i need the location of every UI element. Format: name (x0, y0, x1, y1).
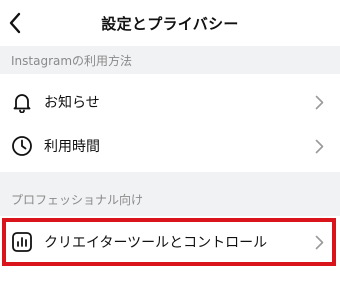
bar-chart-icon (10, 230, 34, 254)
chevron-right-icon (312, 136, 326, 156)
settings-item-notifications[interactable]: お知らせ (0, 80, 340, 124)
page-title: 設定とプライバシー (101, 14, 239, 33)
clock-icon (10, 134, 34, 158)
settings-item-time-spent[interactable]: 利用時間 (0, 124, 340, 168)
settings-item-label: お知らせ (44, 95, 100, 111)
settings-item-creator-tools[interactable]: クリエイターツールとコントロール (0, 220, 340, 264)
settings-item-label: クリエイターツールとコントロール (44, 235, 268, 251)
top-bar: 設定とプライバシー (0, 0, 340, 46)
back-arrow-icon (9, 12, 21, 34)
bell-icon (10, 90, 34, 114)
section-header-usage: Instagramの利用方法 (0, 46, 340, 74)
section-header-professional: プロフェッショナル向け (0, 172, 340, 216)
chevron-right-icon (312, 232, 326, 252)
back-button[interactable] (2, 8, 28, 38)
settings-item-label: 利用時間 (44, 139, 100, 155)
chevron-right-icon (312, 92, 326, 112)
